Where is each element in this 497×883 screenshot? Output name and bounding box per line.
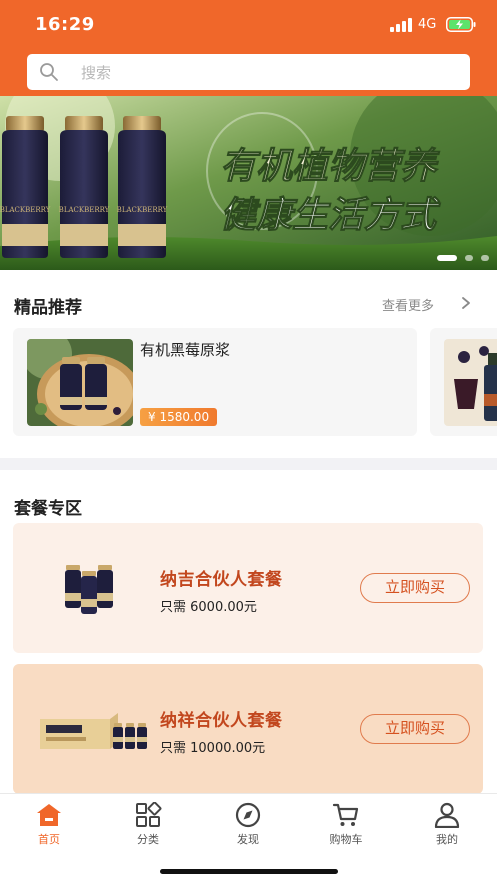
tab-label: 发现 [237, 833, 259, 846]
section-title: 精品推荐 [14, 298, 82, 318]
header: 16:29 4G 搜索 [0, 0, 497, 96]
package-image [40, 713, 147, 749]
tab-label: 我的 [436, 833, 458, 846]
tab-label: 分类 [137, 833, 159, 846]
search-icon [40, 63, 58, 81]
pagination-dot[interactable] [437, 255, 457, 261]
battery-icon [446, 17, 476, 32]
tab-discover[interactable]: 发现 [218, 802, 278, 847]
featured-section: 精品推荐 查看更多 有机黑莓原浆 ¥ 1580.00 [0, 270, 497, 458]
packages-section: 套餐专区 纳吉合伙人套餐 只需 6000.00元 立即购买 纳祥合伙人套餐 只需… [0, 470, 497, 793]
product-image [444, 339, 497, 426]
buy-now-button[interactable]: 立即购买 [360, 714, 470, 744]
tab-label: 购物车 [329, 833, 363, 846]
tab-label: 首页 [38, 833, 60, 846]
view-more-link[interactable]: 查看更多 [382, 295, 434, 314]
network-type: 4G [418, 17, 437, 32]
chevron-right-icon[interactable] [460, 296, 472, 310]
bottle-label-text: BLACKBERRY [0, 206, 51, 214]
banner-headline-2: 健康生活方式 [220, 195, 441, 236]
cart-icon [332, 803, 359, 826]
tab-home[interactable]: 首页 [19, 802, 79, 847]
user-icon [434, 802, 460, 828]
banner-pagination [437, 255, 489, 261]
section-title: 套餐专区 [14, 499, 82, 519]
tab-cart[interactable]: 购物车 [316, 802, 376, 847]
promo-banner[interactable]: BLACKBERRY BLACKBERRY BLACKBERRY 有机植物营养 … [0, 96, 497, 270]
home-icon [37, 804, 61, 826]
search-placeholder: 搜索 [81, 64, 112, 82]
product-image [27, 339, 133, 426]
package-card[interactable]: 纳吉合伙人套餐 只需 6000.00元 立即购买 [13, 523, 483, 653]
status-time: 16:29 [35, 14, 95, 35]
package-image [65, 565, 113, 614]
bottle-label-text: BLACKBERRY [117, 206, 168, 214]
bottle-label-text: BLACKBERRY [59, 206, 110, 214]
product-card[interactable] [430, 328, 497, 436]
package-price: 只需 10000.00元 [160, 741, 266, 756]
search-input[interactable]: 搜索 [27, 54, 470, 90]
pagination-dot[interactable] [481, 255, 489, 261]
category-icon [136, 802, 162, 827]
product-card[interactable]: 有机黑莓原浆 ¥ 1580.00 [13, 328, 417, 436]
package-price: 只需 6000.00元 [160, 600, 257, 615]
package-name: 纳祥合伙人套餐 [160, 711, 283, 731]
banner-image: BLACKBERRY BLACKBERRY BLACKBERRY 有机植物营养 … [0, 96, 497, 270]
package-card[interactable]: 纳祥合伙人套餐 只需 10000.00元 立即购买 [13, 664, 483, 793]
pagination-dot[interactable] [465, 255, 473, 261]
compass-icon [235, 802, 261, 828]
tab-category[interactable]: 分类 [118, 802, 178, 847]
buy-now-button[interactable]: 立即购买 [360, 573, 470, 603]
package-name: 纳吉合伙人套餐 [160, 570, 283, 590]
signal-icon [390, 18, 412, 32]
price-tag: ¥ 1580.00 [140, 408, 218, 426]
home-indicator [160, 869, 338, 874]
banner-headline-1: 有机植物营养 [220, 146, 440, 187]
status-bar: 16:29 4G [0, 0, 497, 50]
tab-profile[interactable]: 我的 [417, 802, 477, 847]
product-name: 有机黑莓原浆 [140, 341, 231, 359]
